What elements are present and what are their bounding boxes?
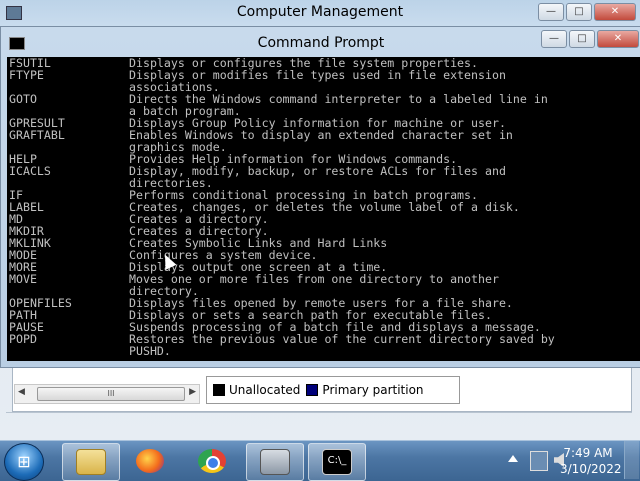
console-line: POPD Restores the previous value of the c… [7,333,640,345]
folder-icon [76,449,106,475]
console-line: MKLINK Creates Symbolic Links and Hard Li… [7,237,640,249]
scroll-right-arrow-icon[interactable]: ▶ [189,387,196,397]
console-line: MD Creates a directory. [7,213,640,225]
command-prompt-icon: C:\_ [322,449,352,475]
command-name: MOVE [9,272,37,286]
console-line: GRAFTABL Enables Windows to display an ex… [7,129,640,141]
clock-date: 3/10/2022 [560,462,622,476]
firefox-icon [136,449,164,473]
command-prompt-window: Command Prompt — □ ✕ FSUTIL Displays or c… [0,26,640,368]
console-line: FTYPE Displays or modifies file types use… [7,69,640,81]
command-name: ICACLS [9,164,51,178]
cmd-minimize-button[interactable]: — [541,30,567,48]
console-line: LABEL Creates, changes, or deletes the vo… [7,201,640,213]
clock-time: 7:49 AM [563,446,613,460]
scroll-left-arrow-icon[interactable]: ◀ [18,387,25,397]
windows-explorer-taskbar-button[interactable] [62,443,120,481]
scrollbar-thumb[interactable]: III [37,387,185,401]
cmd-maximize-button[interactable]: □ [569,30,595,48]
system-clock[interactable]: 7:49 AM 3/10/2022 [560,445,622,477]
show-desktop-button[interactable] [624,441,639,479]
legend-label-unallocated: Unallocated [229,383,301,397]
computer-management-window-controls: — □ ✕ [536,3,636,21]
disk-legend: Unallocated Primary partition [206,376,460,404]
computer-management-taskbar-button[interactable] [246,443,304,481]
command-prompt-window-controls: — □ ✕ [539,30,639,48]
start-button[interactable]: ⊞ [4,443,44,481]
chrome-icon [198,449,226,473]
primary-partition-swatch [306,384,319,396]
command-name: POPD [9,332,37,346]
minimize-button[interactable]: — [538,3,564,21]
firefox-taskbar-button[interactable] [122,443,178,479]
horizontal-scrollbar[interactable]: ◀ III ▶ [14,384,200,404]
windows-logo-icon: ⊞ [17,452,31,471]
maximize-button[interactable]: □ [566,3,592,21]
console-line: PUSHD. [7,345,640,357]
unallocated-swatch [213,384,225,396]
network-icon[interactable] [530,451,548,471]
chrome-taskbar-button[interactable] [184,443,240,479]
command-description: Restores the previous value of the curre… [129,332,555,346]
console-output[interactable]: FSUTIL Displays or configures the file sy… [7,57,640,361]
cmd-close-button[interactable]: ✕ [597,30,639,48]
close-button[interactable]: ✕ [594,3,636,21]
command-prompt-taskbar-button[interactable]: C:\_ [308,443,366,481]
command-name: GOTO [9,92,37,106]
command-description: PUSHD. [129,344,171,358]
command-name: FTYPE [9,68,44,82]
computer-management-icon [260,449,290,475]
console-line: ICACLS Display, modify, backup, or restor… [7,165,640,177]
action-center-flag-icon[interactable] [508,455,518,462]
console-line: MOVE Moves one or more files from one dir… [7,273,640,285]
console-line: GOTO Directs the Windows command interpre… [7,93,640,105]
command-name: GRAFTABL [9,128,65,142]
status-bar [6,412,632,433]
taskbar: ⊞ C:\_ 7:49 AM 3/10/2022 [0,440,640,481]
legend-label-primary-partition: Primary partition [322,383,424,397]
